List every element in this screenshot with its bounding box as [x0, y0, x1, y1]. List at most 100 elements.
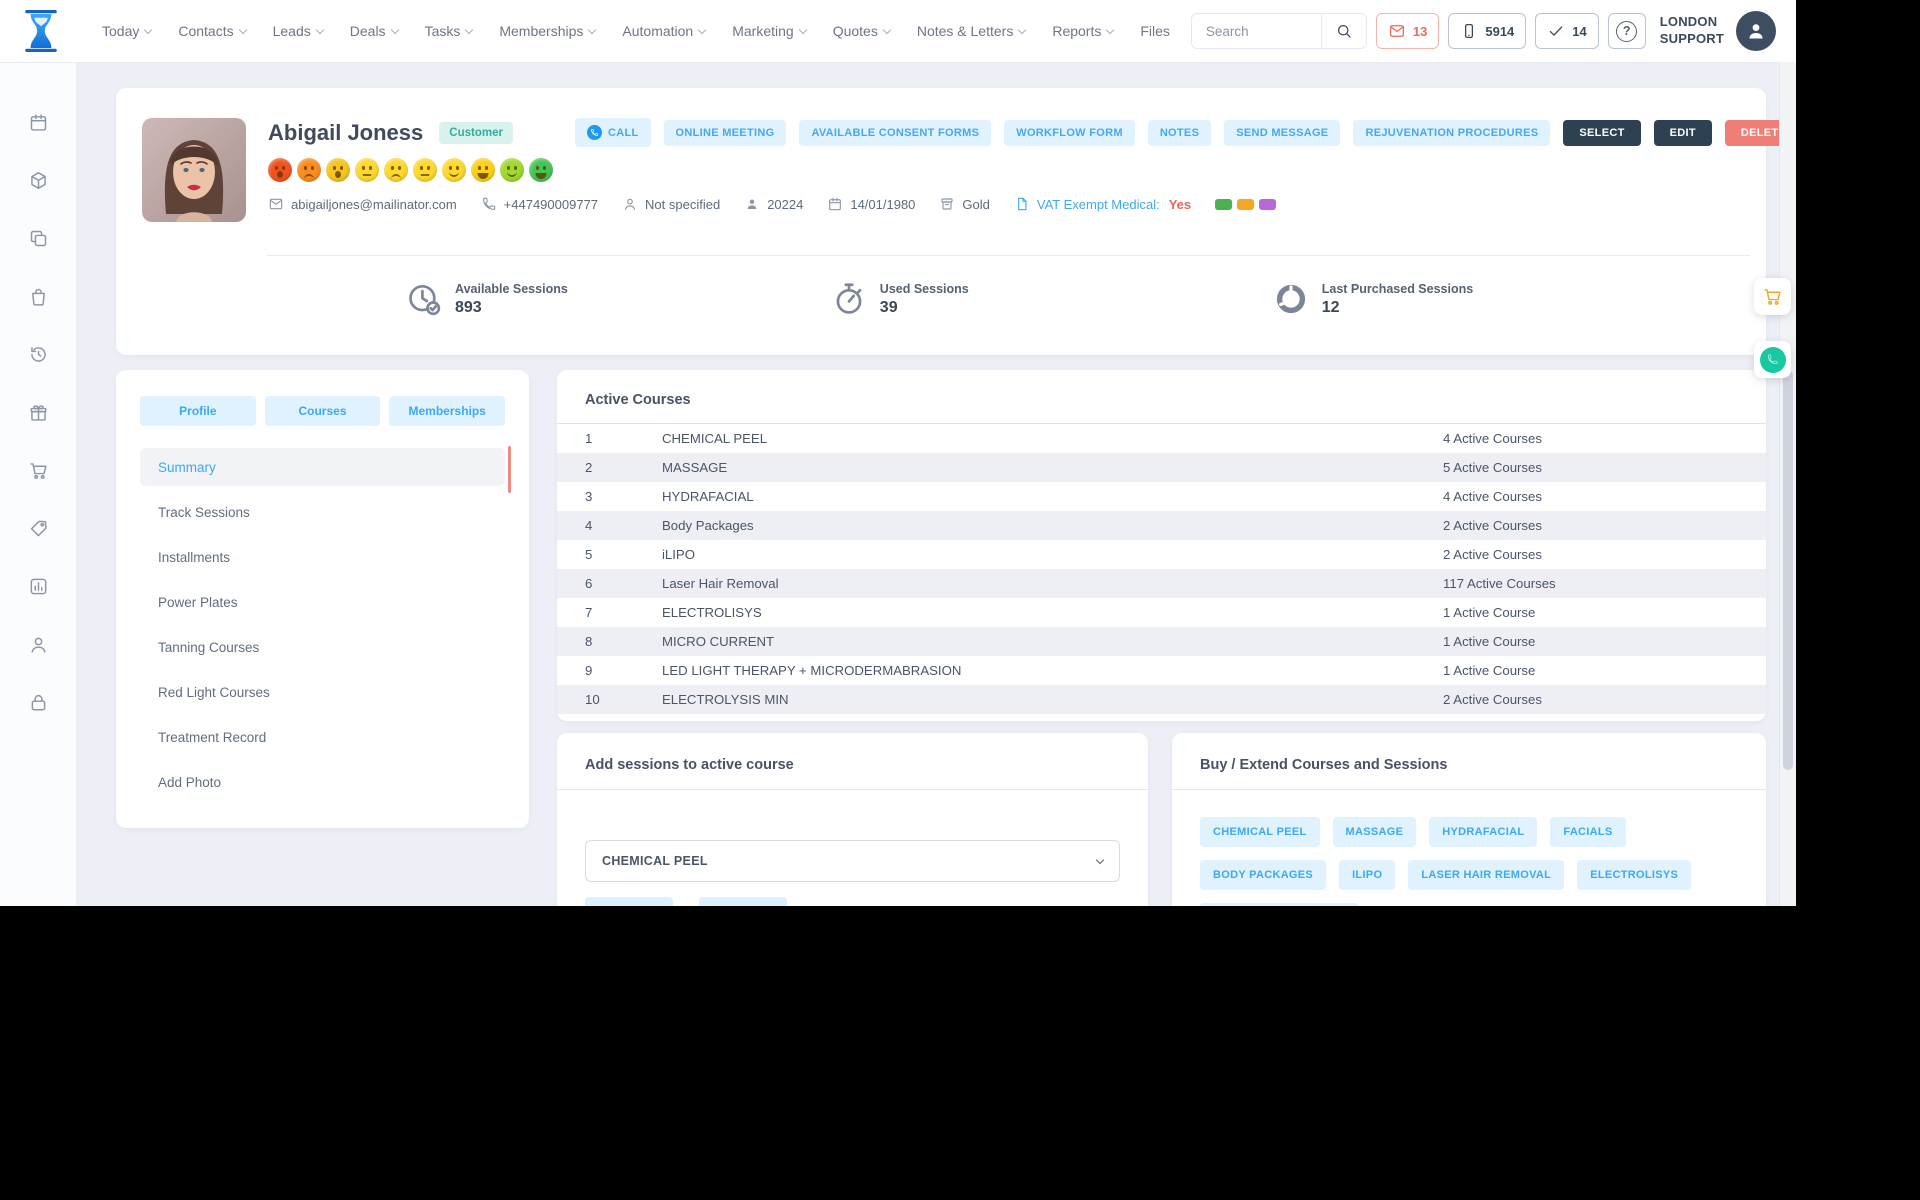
laser-hair-removal-row[interactable]: 6 Laser Hair Removal 117 Active Courses	[557, 569, 1766, 598]
cube-icon[interactable]	[28, 170, 49, 191]
stopwatch-icon-stat: Used Sessions 39	[830, 280, 969, 318]
led-light-therapy-microdermabrasion-row[interactable]: 9 LED LIGHT THERAPY + MICRODERMABRASION …	[557, 656, 1766, 685]
quick-whatsapp-button[interactable]	[1754, 341, 1791, 378]
electrolisys-chip[interactable]: ELECTROLISYS	[1577, 860, 1692, 890]
vat-exempt-field: VAT Exempt Medical: Yes	[1014, 196, 1191, 212]
tag-icon[interactable]	[28, 518, 49, 539]
notes-button[interactable]: NOTES	[1147, 119, 1212, 146]
page-scrollbar[interactable]	[1779, 62, 1796, 906]
satisfaction-emoji[interactable]	[500, 158, 524, 182]
messages-badge[interactable]: 13	[1375, 13, 1440, 49]
copy-icon[interactable]	[28, 228, 49, 249]
power-plates-menu-item[interactable]: Power Plates	[140, 583, 505, 621]
quick-cart-button[interactable]	[1754, 278, 1791, 315]
bag-icon[interactable]	[28, 286, 49, 307]
panel-scrollbar[interactable]	[508, 446, 511, 493]
add-sessions-submit-button[interactable]	[585, 897, 673, 906]
red-light-courses-menu-item[interactable]: Red Light Courses	[140, 673, 505, 711]
tanning-courses-menu-item[interactable]: Tanning Courses	[140, 628, 505, 666]
ilipo-chip[interactable]: ILIPO	[1339, 860, 1396, 890]
treatment-record-menu-item[interactable]: Treatment Record	[140, 718, 505, 756]
chemical-peel-row[interactable]: 1 CHEMICAL PEEL 4 Active Courses	[557, 424, 1766, 453]
satisfaction-emoji[interactable]	[442, 158, 466, 182]
workflow-form-button[interactable]: WORKFLOW FORM	[1004, 119, 1135, 146]
user-avatar[interactable]	[1736, 11, 1776, 51]
search-input[interactable]	[1190, 13, 1321, 49]
scrollbar-thumb[interactable]	[1783, 370, 1793, 770]
ilipo-row[interactable]: 5 iLIPO 2 Active Courses	[557, 540, 1766, 569]
today-nav-item[interactable]: Today	[102, 23, 153, 39]
deals-nav-item[interactable]: Deals	[350, 23, 399, 39]
search-button[interactable]	[1320, 13, 1367, 49]
body-packages-row[interactable]: 4 Body Packages 2 Active Courses	[557, 511, 1766, 540]
color-tag[interactable]	[1215, 198, 1233, 210]
memberships-tab[interactable]: Memberships	[389, 396, 506, 426]
history-icon[interactable]	[28, 344, 49, 365]
leads-nav-item[interactable]: Leads	[273, 23, 325, 39]
satisfaction-scale	[268, 158, 1740, 182]
chart-icon[interactable]	[28, 576, 49, 597]
installments-menu-item[interactable]: Installments	[140, 538, 505, 576]
select-button[interactable]: SELECT	[1563, 119, 1641, 146]
send-message-button[interactable]: SEND MESSAGE	[1224, 119, 1341, 146]
online-meeting-button[interactable]: ONLINE MEETING	[663, 119, 787, 146]
tasks-nav-item[interactable]: Tasks	[425, 23, 474, 39]
profile-tab[interactable]: Profile	[140, 396, 256, 426]
satisfaction-emoji[interactable]	[355, 158, 379, 182]
add-photo-menu-item[interactable]: Add Photo	[140, 763, 505, 801]
reports-nav-item[interactable]: Reports	[1052, 23, 1115, 39]
color-tag[interactable]	[1237, 198, 1255, 210]
icon-rail	[0, 62, 76, 906]
summary-menu-item[interactable]: Summary	[140, 448, 505, 486]
chevron-down-icon	[465, 25, 474, 34]
call-button[interactable]: CALL	[574, 118, 651, 147]
laser-hair-removal-chip[interactable]: LASER HAIR REMOVAL	[1408, 860, 1565, 890]
active-courses-table: 1 CHEMICAL PEEL 4 Active Courses 2 MASSA…	[557, 424, 1766, 714]
electrolysis-min-row[interactable]: 10 ELECTROLYSIS MIN 2 Active Courses	[557, 685, 1766, 714]
course-select[interactable]: CHEMICAL PEEL	[585, 840, 1120, 882]
rejuvenation-procedures-button[interactable]: REJUVENATION PROCEDURES	[1353, 119, 1551, 146]
track-sessions-menu-item[interactable]: Track Sessions	[140, 493, 505, 531]
quotes-nav-item[interactable]: Quotes	[833, 23, 892, 39]
available-consent-forms-button[interactable]: AVAILABLE CONSENT FORMS	[799, 119, 992, 146]
edit-button[interactable]: EDIT	[1653, 119, 1712, 146]
satisfaction-emoji[interactable]	[529, 158, 553, 182]
facials-chip[interactable]: FACIALS	[1550, 817, 1626, 847]
contacts-nav-item[interactable]: Contacts	[178, 23, 247, 39]
satisfaction-emoji[interactable]	[297, 158, 321, 182]
tasks-badge[interactable]: 14	[1535, 13, 1599, 49]
micro-current-row[interactable]: 8 MICRO CURRENT 1 Active Course	[557, 627, 1766, 656]
sms-badge[interactable]: 5914	[1448, 13, 1527, 49]
memberships-nav-item[interactable]: Memberships	[499, 23, 597, 39]
body-packages-chip[interactable]: BODY PACKAGES	[1200, 860, 1327, 890]
notes-letters-nav-item[interactable]: Notes & Letters	[917, 23, 1027, 39]
buy-extend-title: Buy / Extend Courses and Sessions	[1200, 757, 1448, 773]
gift-icon[interactable]	[28, 402, 49, 423]
app-logo-hourglass-icon[interactable]	[24, 8, 58, 54]
lock-icon[interactable]	[28, 692, 49, 713]
help-button[interactable]: ?	[1607, 13, 1646, 49]
cart-icon[interactable]	[28, 460, 49, 481]
calendar-icon[interactable]	[28, 112, 49, 133]
electrolisys-row[interactable]: 7 ELECTROLISYS 1 Active Course	[557, 598, 1766, 627]
support-icon[interactable]	[28, 634, 49, 655]
files-nav-item[interactable]: Files	[1140, 23, 1170, 39]
satisfaction-emoji[interactable]	[471, 158, 495, 182]
courses-tab[interactable]: Courses	[264, 396, 381, 426]
satisfaction-emoji[interactable]	[413, 158, 437, 182]
check-icon	[1547, 22, 1565, 40]
satisfaction-emoji[interactable]	[326, 158, 350, 182]
automation-nav-item[interactable]: Automation	[622, 23, 707, 39]
massage-row[interactable]: 2 MASSAGE 5 Active Courses	[557, 453, 1766, 482]
satisfaction-emoji[interactable]	[268, 158, 292, 182]
marketing-nav-item[interactable]: Marketing	[732, 23, 807, 39]
add-sessions-secondary-button[interactable]	[699, 897, 787, 906]
microdermabrasion-chip[interactable]: MICRODERMABRASION	[1200, 903, 1359, 906]
massage-chip[interactable]: MASSAGE	[1332, 817, 1417, 847]
satisfaction-emoji[interactable]	[384, 158, 408, 182]
hydrafacial-chip[interactable]: HYDRAFACIAL	[1429, 817, 1538, 847]
hydrafacial-row[interactable]: 3 HYDRAFACIAL 4 Active Courses	[557, 482, 1766, 511]
color-tag[interactable]	[1259, 198, 1277, 210]
customer-photo[interactable]	[142, 118, 246, 222]
chemical-peel-chip[interactable]: CHEMICAL PEEL	[1200, 817, 1320, 847]
